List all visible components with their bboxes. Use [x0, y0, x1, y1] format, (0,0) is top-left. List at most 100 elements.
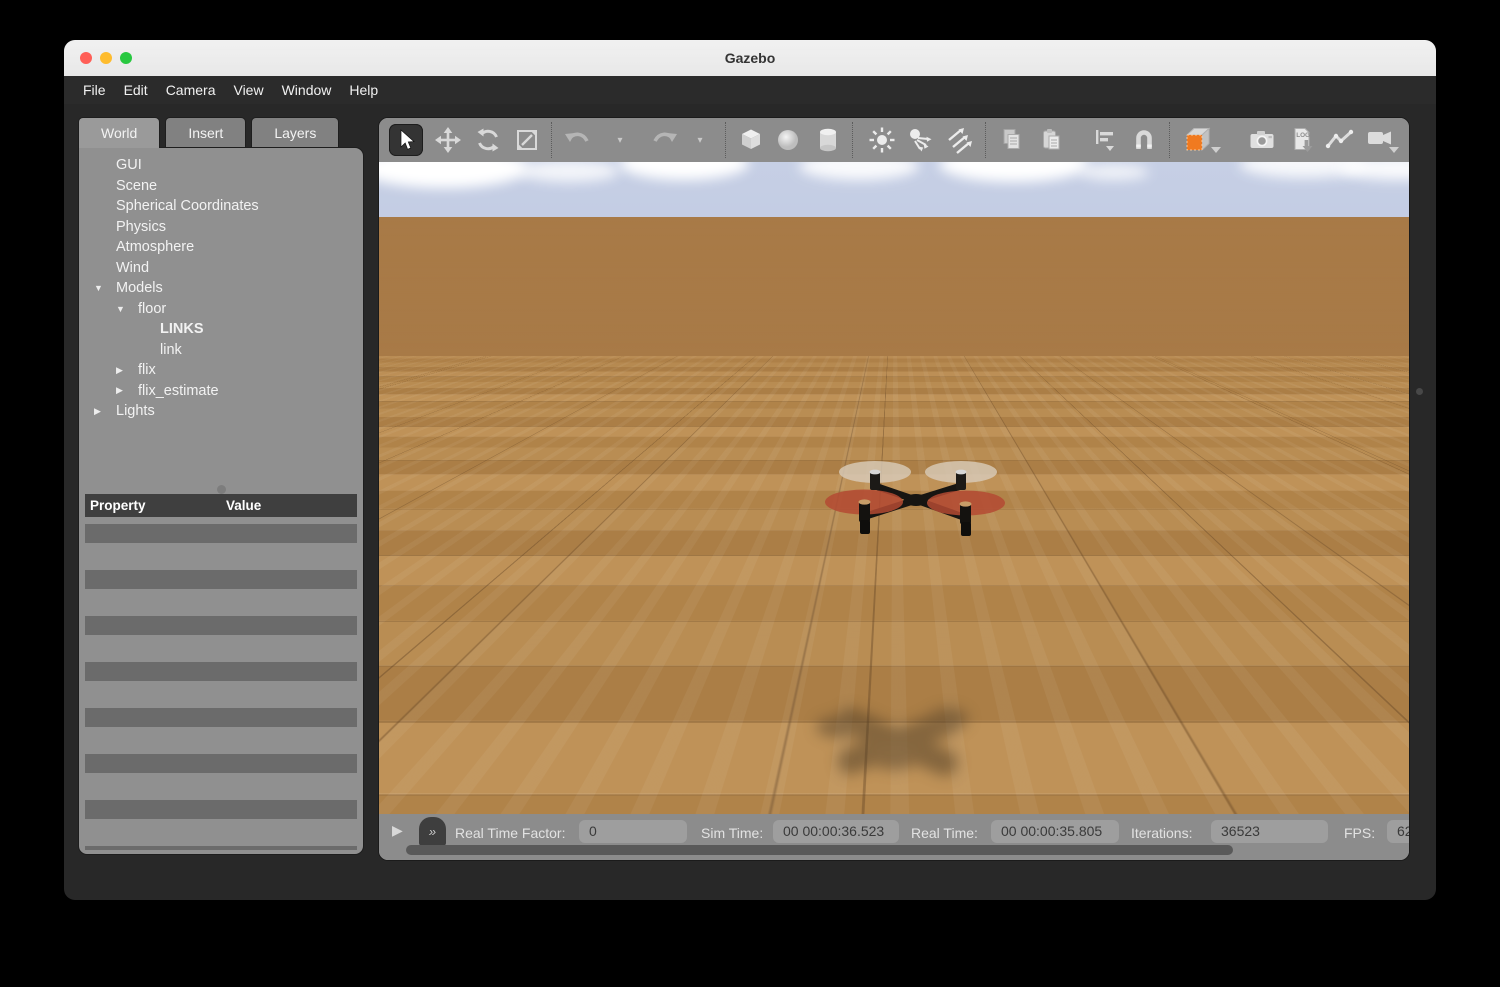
align-button[interactable] [1089, 124, 1123, 156]
collapse-arrow-icon[interactable]: ▼ [116, 304, 138, 314]
select-arrow-button[interactable] [389, 124, 423, 156]
property-row [85, 708, 357, 727]
collapse-arrow-icon[interactable]: ▼ [94, 283, 116, 293]
tree-item-link[interactable]: link [79, 340, 363, 361]
tab-insert[interactable]: Insert [165, 117, 246, 148]
plot-button[interactable] [1323, 124, 1357, 156]
property-table-header: Property Value [85, 494, 357, 517]
drone-shadow [816, 696, 976, 791]
screenshot-button[interactable] [1245, 124, 1279, 156]
expand-controls-icon[interactable]: ▶ [392, 822, 403, 839]
tree-item-atmosphere[interactable]: Atmosphere [79, 237, 363, 258]
menu-camera[interactable]: Camera [157, 82, 225, 98]
add-cylinder-button[interactable] [811, 124, 845, 156]
menu-window[interactable]: Window [273, 82, 341, 98]
menu-help[interactable]: Help [340, 82, 387, 98]
cloud [619, 162, 749, 180]
video-recording-button[interactable] [1363, 124, 1403, 156]
sim-time-value[interactable]: 00 00:00:36.523 [773, 820, 899, 843]
align-icon [1092, 126, 1120, 154]
tab-world[interactable]: World [78, 117, 160, 148]
floor-horizon-haze [379, 217, 1409, 387]
tree-item-gui[interactable]: GUI [79, 155, 363, 176]
property-row [85, 800, 357, 819]
tree-item-physics[interactable]: Physics [79, 217, 363, 238]
menu-edit[interactable]: Edit [115, 82, 157, 98]
tab-layers[interactable]: Layers [251, 117, 339, 148]
property-row [85, 662, 357, 681]
copy-button[interactable] [995, 124, 1029, 156]
menu-file[interactable]: File [74, 82, 115, 98]
fps-label: FPS: [1344, 822, 1375, 844]
add-box-button[interactable] [734, 124, 768, 156]
snap-button[interactable] [1127, 124, 1161, 156]
iterations-label: Iterations: [1131, 822, 1192, 844]
property-rows [85, 524, 357, 850]
translate-button[interactable] [431, 124, 465, 156]
tree-item-models[interactable]: ▼Models [79, 278, 363, 299]
fps-value[interactable]: 62 [1387, 820, 1410, 843]
property-row [85, 616, 357, 635]
real-time-factor-value[interactable]: 0 [579, 820, 687, 843]
tree-item-scene[interactable]: Scene [79, 176, 363, 197]
world-tree: GUI SceneSpherical CoordinatesPhysicsAtmo… [79, 155, 363, 435]
log-recording-button[interactable]: LOG [1285, 124, 1319, 156]
title-bar[interactable]: Gazebo [64, 40, 1436, 76]
tree-item-links[interactable]: LINKS [79, 319, 363, 340]
tree-item-label: link [160, 342, 182, 358]
svg-text:LOG: LOG [1296, 132, 1310, 139]
playback-speed-button[interactable]: » [419, 817, 446, 846]
change-view-angle-button[interactable] [1179, 124, 1227, 156]
tree-item-label: Atmosphere [116, 239, 194, 255]
world-panel-body: GUI SceneSpherical CoordinatesPhysicsAtmo… [78, 147, 364, 855]
add-point-light-button[interactable] [865, 124, 899, 156]
cloud [519, 162, 619, 182]
undo-icon [563, 127, 593, 153]
world-panel: World Insert Layers GUI SceneSpherical Co… [78, 117, 364, 855]
3d-viewport[interactable] [379, 162, 1409, 816]
copy-icon [998, 126, 1026, 154]
directional-light-icon [945, 126, 975, 154]
add-sphere-button[interactable] [771, 124, 805, 156]
snap-magnet-icon [1130, 126, 1158, 154]
property-column-header: Property [85, 498, 226, 513]
menu-view[interactable]: View [224, 82, 272, 98]
add-directional-light-button[interactable] [943, 124, 977, 156]
undo-button[interactable] [561, 124, 595, 156]
redo-button[interactable] [647, 124, 681, 156]
undo-history-button[interactable]: ▾ [611, 132, 629, 150]
rotate-icon [474, 126, 502, 154]
sim-time-label: Sim Time: [701, 822, 763, 844]
tree-item-lights[interactable]: ▶Lights [79, 401, 363, 422]
window-resize-handle[interactable] [1416, 388, 1423, 395]
tree-item-label: Wind [116, 260, 149, 276]
view-angle-cube-icon [1182, 125, 1224, 155]
add-spot-light-button[interactable] [903, 124, 937, 156]
panel-splitter-handle[interactable] [217, 485, 226, 494]
expand-arrow-icon[interactable]: ▶ [116, 365, 138, 376]
property-row [85, 846, 357, 850]
tree-item-flix-estimate[interactable]: ▶flix_estimate [79, 381, 363, 402]
viewport-toolbar: ▾ ▾ [379, 118, 1409, 162]
rotate-button[interactable] [471, 124, 505, 156]
tree-item-spherical-coordinates[interactable]: Spherical Coordinates [79, 196, 363, 217]
cloud [1079, 164, 1149, 180]
real-time-value[interactable]: 00 00:00:35.805 [991, 820, 1119, 843]
tree-item-label: GUI [116, 157, 142, 173]
paste-button[interactable] [1035, 124, 1069, 156]
expand-arrow-icon[interactable]: ▶ [116, 385, 138, 396]
tree-item-flix[interactable]: ▶flix [79, 360, 363, 381]
scale-button[interactable] [510, 124, 544, 156]
expand-arrow-icon[interactable]: ▶ [94, 406, 116, 417]
cloud [939, 162, 1089, 182]
menu-bar: File Edit Camera View Window Help [64, 76, 1436, 104]
plot-icon [1325, 127, 1355, 153]
horizontal-scrollbar[interactable] [406, 845, 1233, 855]
tree-item-wind[interactable]: Wind [79, 258, 363, 279]
cloud [799, 162, 919, 180]
redo-history-button[interactable]: ▾ [691, 132, 709, 150]
tree-item-floor[interactable]: ▼floor [79, 299, 363, 320]
iterations-value[interactable]: 36523 [1211, 820, 1328, 843]
scale-icon [513, 126, 541, 154]
cloud [1339, 162, 1409, 180]
